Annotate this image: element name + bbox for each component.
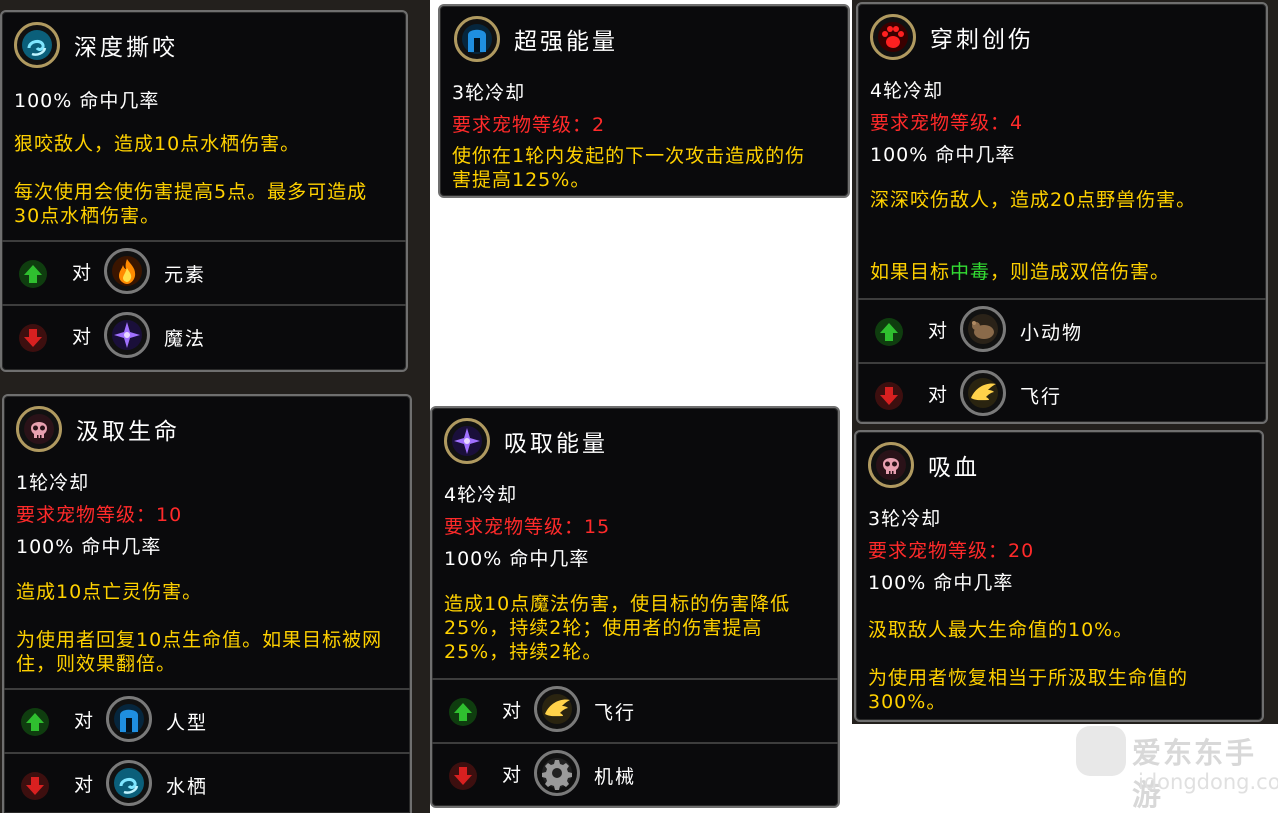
versus-label: 对	[928, 320, 948, 342]
ability-tooltip-drain-power: 吸取能量 4轮冷却 要求宠物等级：15 100% 命中几率 造成10点魔法伤害，…	[430, 406, 840, 808]
versus-label: 对	[72, 262, 92, 284]
ability-title: 吸血	[928, 455, 980, 481]
cooldown: 4轮冷却	[444, 484, 518, 506]
weak-against-type: 魔法	[164, 328, 207, 350]
arcane-star-icon	[104, 312, 150, 358]
arrow-up-icon	[18, 259, 48, 289]
level-requirement: 要求宠物等级：20	[868, 540, 1035, 562]
cooldown: 1轮冷却	[16, 472, 90, 494]
weak-against-row: 对 水栖	[4, 752, 410, 813]
cooldown: 4轮冷却	[870, 80, 944, 102]
ability-tooltip-leech-life: 汲取生命 1轮冷却 要求宠物等级：10 100% 命中几率 造成10点亡灵伤害。…	[2, 394, 412, 813]
weak-against-row: 对 机械	[432, 742, 838, 806]
ability-description: 使你在1轮内发起的下一次攻击造成的伤害提高125%。	[452, 145, 806, 191]
cooldown: 3轮冷却	[868, 508, 942, 530]
strong-against-type: 小动物	[1020, 322, 1084, 344]
ability-description-extra: 为使用者回复10点生命值。如果目标被网住，则效果翻倍。	[16, 629, 383, 675]
arcane-star-icon	[444, 418, 490, 464]
paw-icon	[870, 14, 916, 60]
helmet-icon	[454, 16, 500, 62]
water-swirl-icon	[14, 22, 60, 68]
level-requirement: 要求宠物等级：10	[16, 504, 183, 526]
poison-text-post: ，则造成双倍伤害。	[990, 261, 1171, 283]
skull-icon	[16, 406, 62, 452]
versus-label: 对	[502, 700, 522, 722]
arrow-down-icon	[20, 771, 50, 801]
ability-description: 造成10点亡灵伤害。	[16, 581, 203, 603]
versus-label: 对	[928, 384, 948, 406]
ability-title: 穿刺创伤	[930, 27, 1034, 53]
strong-against-type: 元素	[164, 264, 207, 286]
hit-chance: 100% 命中几率	[868, 572, 1014, 594]
ability-description: 汲取敌人最大生命值的10%。	[868, 619, 1134, 641]
weak-against-row: 对 魔法	[2, 304, 406, 368]
hit-chance: 100% 命中几率	[16, 536, 162, 558]
poison-text-pre: 如果目标	[870, 261, 951, 283]
ability-description-extra: 每次使用会使伤害提高5点。最多可造成30点水栖伤害。	[14, 181, 368, 227]
cooldown: 3轮冷却	[452, 82, 526, 104]
fire-icon	[104, 248, 150, 294]
arrow-down-icon	[448, 761, 478, 791]
ability-tooltip-puncture-wound: 穿刺创伤 4轮冷却 要求宠物等级：4 100% 命中几率 深深咬伤敌人，造成20…	[856, 2, 1268, 424]
level-requirement: 要求宠物等级：4	[870, 112, 1024, 134]
versus-label: 对	[74, 774, 94, 796]
ability-tooltip-super-power: 超强能量 3轮冷却 要求宠物等级：2 使你在1轮内发起的下一次攻击造成的伤害提高…	[438, 4, 850, 198]
level-requirement: 要求宠物等级：2	[452, 114, 606, 136]
strong-against-type: 飞行	[594, 702, 637, 724]
strong-against-row: 对 小动物	[858, 298, 1266, 362]
versus-label: 对	[502, 764, 522, 786]
ability-description: 造成10点魔法伤害，使目标的伤害降低25%，持续2轮；使用者的伤害提高25%，持…	[444, 593, 791, 663]
versus-label: 对	[72, 326, 92, 348]
wing-icon	[534, 686, 580, 732]
arrow-down-icon	[18, 323, 48, 353]
weak-against-type: 飞行	[1020, 386, 1063, 408]
watermark-url: idongdong.com	[1138, 770, 1278, 794]
arrow-up-icon	[874, 317, 904, 347]
ability-tooltip-blood-drain: 吸血 3轮冷却 要求宠物等级：20 100% 命中几率 汲取敌人最大生命值的10…	[854, 430, 1264, 722]
gear-icon	[534, 750, 580, 796]
weak-against-row: 对 飞行	[858, 362, 1266, 422]
ability-title: 超强能量	[514, 29, 618, 55]
hit-chance: 100% 命中几率	[14, 90, 160, 112]
ability-title: 深度撕咬	[74, 35, 178, 61]
hit-chance: 100% 命中几率	[870, 144, 1016, 166]
hit-chance: 100% 命中几率	[444, 548, 590, 570]
site-watermark: 爱东东手游 idongdong.com	[1072, 724, 1278, 813]
helmet-icon	[106, 696, 152, 742]
ability-title: 吸取能量	[504, 431, 608, 457]
ability-description: 狠咬敌人，造成10点水栖伤害。	[14, 133, 301, 155]
weak-against-type: 水栖	[166, 776, 209, 798]
level-requirement: 要求宠物等级：15	[444, 516, 611, 538]
critter-icon	[960, 306, 1006, 352]
ability-description: 深深咬伤敌人，造成20点野兽伤害。	[870, 189, 1197, 211]
watermark-logo-icon	[1076, 726, 1126, 776]
skull-icon	[868, 442, 914, 488]
weak-against-type: 机械	[594, 766, 637, 788]
strong-against-row: 对 元素	[2, 240, 406, 304]
wing-icon	[960, 370, 1006, 416]
poison-bonus: 如果目标中毒，则造成双倍伤害。	[870, 260, 1250, 284]
ability-description-extra: 为使用者恢复相当于所汲取生命值的300%。	[868, 667, 1189, 713]
water-swirl-icon	[106, 760, 152, 806]
strong-against-type: 人型	[166, 712, 209, 734]
ability-title: 汲取生命	[76, 419, 180, 445]
versus-label: 对	[74, 710, 94, 732]
arrow-up-icon	[20, 707, 50, 737]
strong-against-row: 对 飞行	[432, 678, 838, 742]
poison-keyword: 中毒	[950, 261, 991, 283]
arrow-down-icon	[874, 381, 904, 411]
ability-tooltip-deep-bite: 深度撕咬 100% 命中几率 狠咬敌人，造成10点水栖伤害。 每次使用会使伤害提…	[0, 10, 408, 372]
arrow-up-icon	[448, 697, 478, 727]
strong-against-row: 对 人型	[4, 688, 410, 752]
